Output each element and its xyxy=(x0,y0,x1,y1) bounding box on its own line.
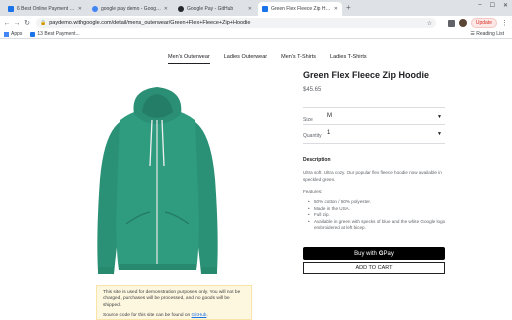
source-suffix: . xyxy=(206,313,208,319)
buy-with-google-pay-button[interactable]: Buy with G Pay xyxy=(303,247,445,260)
product-price: $45.65 xyxy=(303,87,322,93)
list-item: 50% cotton / 50% polyester. xyxy=(308,199,446,206)
browser-tab-1[interactable]: 6 Best Online Payment System ✕ xyxy=(4,2,86,16)
divider xyxy=(303,107,445,108)
more-menu-icon[interactable]: ⋮ xyxy=(501,19,508,27)
bookmark-label: Apps xyxy=(11,31,23,37)
browser-tab-2[interactable]: google pay demo - Google Se ✕ xyxy=(88,2,172,16)
tab-title: 6 Best Online Payment System xyxy=(17,6,76,12)
tab-favicon-icon xyxy=(8,6,14,12)
tab-close-icon[interactable]: ✕ xyxy=(334,6,338,12)
list-item: Available in green with specks of blue a… xyxy=(308,219,446,232)
category-nav: Men's Outerwear Ladies Outerwear Men's T… xyxy=(168,54,367,64)
profile-avatar[interactable] xyxy=(458,19,467,27)
extension-icon[interactable] xyxy=(447,19,455,27)
add-to-cart-button[interactable]: ADD TO CART xyxy=(303,262,445,274)
back-arrow-icon[interactable]: ← xyxy=(2,20,12,27)
browser-tab-active[interactable]: Green Flex Fleece Zip Hoodie ✕ xyxy=(258,2,342,16)
bookmark-label: 13 Best Payment... xyxy=(37,31,80,37)
tab-ladies-outerwear[interactable]: Ladies Outerwear xyxy=(224,54,267,64)
size-select[interactable]: M xyxy=(327,113,332,119)
window-controls: – ☐ ✕ xyxy=(478,2,508,9)
source-prefix: Source code for this site can be found o… xyxy=(103,313,191,319)
tab-mens-tshirts[interactable]: Men's T-Shirts xyxy=(281,54,316,64)
list-item: Made in the USA. xyxy=(308,206,446,213)
github-link[interactable]: GitHub xyxy=(192,313,207,318)
bookmark-star-icon[interactable]: ☆ xyxy=(427,20,432,27)
maximize-icon[interactable]: ☐ xyxy=(490,2,495,9)
tab-ladies-tshirts[interactable]: Ladies T-Shirts xyxy=(330,54,367,64)
source-line: Source code for this site can be found o… xyxy=(103,313,245,319)
caret-down-icon[interactable]: ▼ xyxy=(437,131,442,137)
product-title: Green Flex Fleece Zip Hoodie xyxy=(303,70,430,80)
features-list: 50% cotton / 50% polyester. Made in the … xyxy=(308,199,446,232)
notice-text: This site is used for demonstration purp… xyxy=(103,290,241,308)
plus-icon[interactable]: + xyxy=(346,3,351,12)
tab-mens-outerwear[interactable]: Men's Outerwear xyxy=(168,54,210,64)
tab-title: Green Flex Fleece Zip Hoodie xyxy=(271,6,332,12)
quantity-select[interactable]: 1 xyxy=(327,130,330,136)
size-label: Size xyxy=(303,117,313,123)
buy-with-label: Buy with xyxy=(354,250,377,257)
divider xyxy=(303,143,445,144)
reload-icon[interactable]: ↻ xyxy=(22,19,32,27)
reading-list-button[interactable]: ☰ Reading List xyxy=(470,31,504,37)
quantity-label: Quantity xyxy=(303,133,322,139)
reading-list-label: Reading List xyxy=(476,31,504,37)
tab-title: google pay demo - Google Se xyxy=(101,6,162,12)
reading-list-icon: ☰ xyxy=(470,31,475,37)
address-bar[interactable]: 🔒 paydemo.withgoogle.com/detail/mens_out… xyxy=(36,18,436,28)
tab-close-icon[interactable]: ✕ xyxy=(78,6,82,12)
caret-down-icon[interactable]: ▼ xyxy=(437,114,442,120)
bookmark-apps[interactable]: Apps xyxy=(4,31,22,37)
bookmarks-bar: Apps 13 Best Payment... ☰ Reading List xyxy=(0,30,512,39)
features-heading: Features: xyxy=(303,189,323,194)
product-image xyxy=(97,87,218,274)
browser-tab-3[interactable]: Google Pay - GitHub ✕ xyxy=(174,2,256,16)
browser-tab-strip: 6 Best Online Payment System ✕ google pa… xyxy=(0,0,512,16)
google-favicon-icon xyxy=(92,6,98,12)
forward-arrow-icon[interactable]: → xyxy=(12,20,22,27)
list-item: Full zip. xyxy=(308,212,446,219)
divider xyxy=(303,124,445,125)
tab-title: Google Pay - GitHub xyxy=(187,6,234,12)
tab-close-icon[interactable]: ✕ xyxy=(164,6,168,12)
url-text: paydemo.withgoogle.com/detail/mens_outer… xyxy=(49,20,251,26)
pay-label: Pay xyxy=(383,250,394,257)
minimize-icon[interactable]: – xyxy=(478,2,481,9)
demo-notice: This site is used for demonstration purp… xyxy=(96,285,252,320)
update-button[interactable]: Update xyxy=(470,18,497,28)
tab-favicon-icon xyxy=(262,6,268,12)
close-window-icon[interactable]: ✕ xyxy=(503,2,508,9)
bookmark-payment[interactable]: 13 Best Payment... xyxy=(30,31,80,37)
description-heading: Description xyxy=(303,157,331,163)
apps-grid-icon xyxy=(4,31,9,37)
lock-icon[interactable]: 🔒 xyxy=(40,20,46,26)
browser-toolbar: ← → ↻ 🔒 paydemo.withgoogle.com/detail/me… xyxy=(0,16,512,30)
description-text: Ultra soft. Ultra cozy. Our popular flex… xyxy=(303,170,442,182)
tab-close-icon[interactable]: ✕ xyxy=(248,6,252,12)
bookmark-favicon-icon xyxy=(30,31,36,37)
github-favicon-icon xyxy=(178,6,184,12)
